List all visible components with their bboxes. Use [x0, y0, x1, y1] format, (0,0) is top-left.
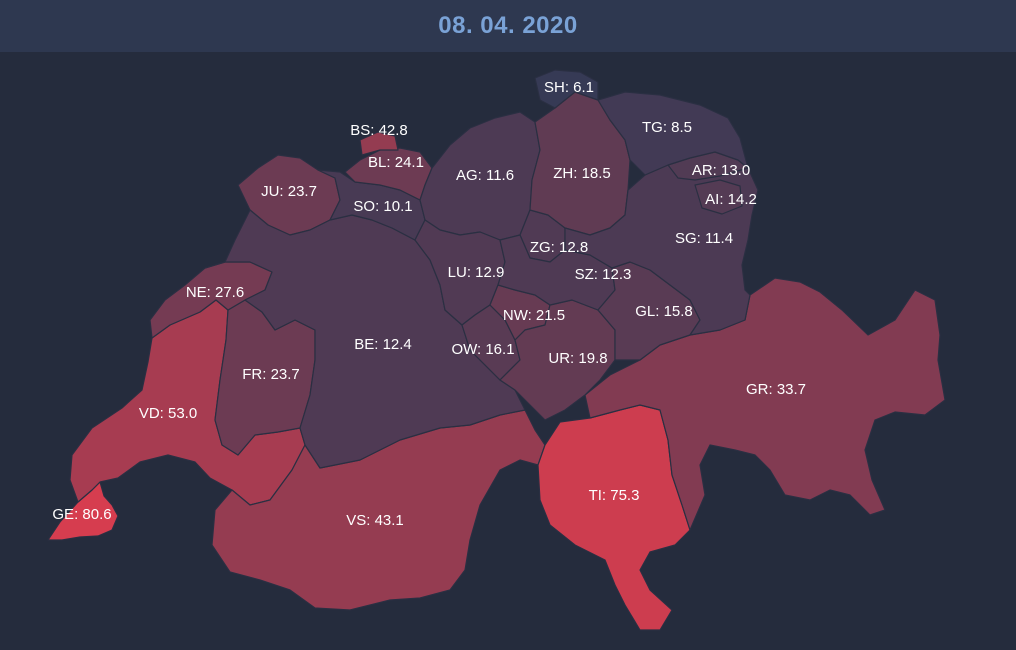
label-SH: SH: 6.1 — [544, 79, 594, 96]
label-ZH: ZH: 18.5 — [553, 165, 611, 182]
label-SZ: SZ: 12.3 — [575, 266, 632, 283]
label-NW: NW: 21.5 — [503, 307, 565, 324]
label-LU: LU: 12.9 — [448, 264, 505, 281]
label-AI: AI: 14.2 — [705, 191, 757, 208]
label-VS: VS: 43.1 — [346, 512, 404, 529]
label-SO: SO: 10.1 — [353, 198, 412, 215]
label-OW: OW: 16.1 — [451, 341, 514, 358]
label-BE: BE: 12.4 — [354, 336, 412, 353]
label-FR: FR: 23.7 — [242, 366, 300, 383]
label-BS: BS: 42.8 — [350, 122, 408, 139]
label-AG: AG: 11.6 — [456, 167, 514, 184]
label-UR: UR: 19.8 — [548, 350, 607, 367]
label-AR: AR: 13.0 — [692, 162, 750, 179]
map-page: 08. 04. 2020 GE: 80.6 VD: 53.0 VS: 43.1 … — [0, 0, 1016, 650]
label-BL: BL: 24.1 — [368, 154, 424, 171]
label-TG: TG: 8.5 — [642, 119, 692, 136]
label-ZG: ZG: 12.8 — [530, 239, 588, 256]
label-GR: GR: 33.7 — [746, 381, 806, 398]
label-SG: SG: 11.4 — [675, 230, 733, 247]
label-GL: GL: 15.8 — [635, 303, 693, 320]
label-VD: VD: 53.0 — [139, 405, 197, 422]
switzerland-map: GE: 80.6 VD: 53.0 VS: 43.1 TI: 75.3 GR: … — [47, 69, 946, 631]
label-TI: TI: 75.3 — [589, 487, 640, 504]
label-JU: JU: 23.7 — [261, 183, 317, 200]
label-NE: NE: 27.6 — [186, 284, 244, 301]
label-GE: GE: 80.6 — [52, 506, 111, 523]
